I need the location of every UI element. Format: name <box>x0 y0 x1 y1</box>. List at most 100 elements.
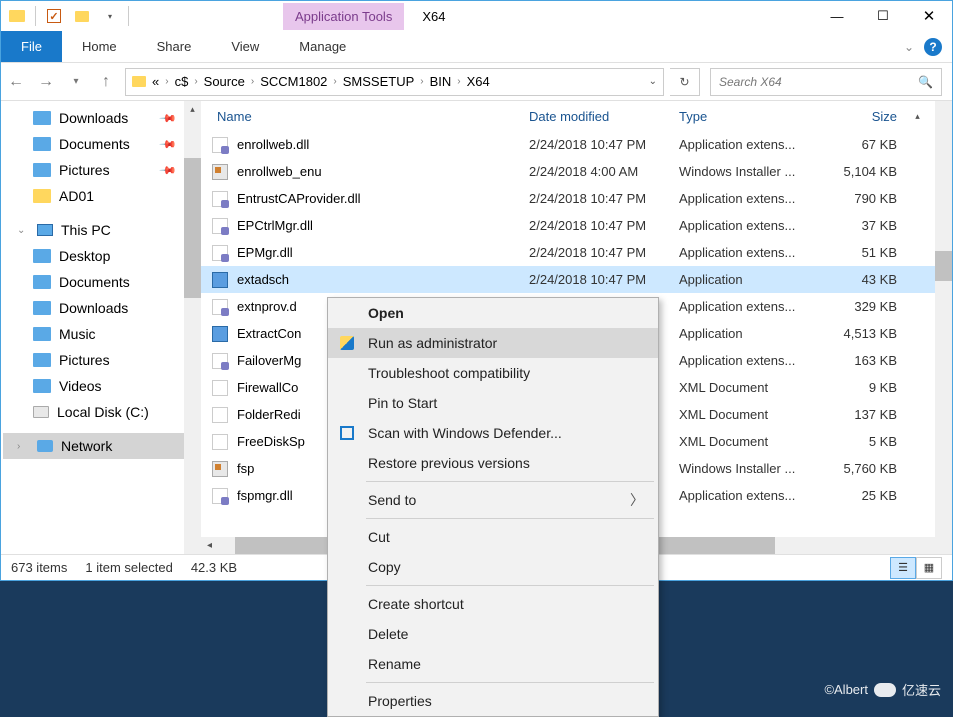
quick-access-item-pictures[interactable]: Pictures📌 <box>3 157 199 183</box>
column-headers: Name Date modified Type Size ▴ <box>201 101 952 131</box>
context-properties[interactable]: Properties <box>328 686 658 716</box>
file-row[interactable]: EPMgr.dll2/24/2018 10:47 PMApplication e… <box>201 239 952 266</box>
file-date: 2/24/2018 10:47 PM <box>529 191 679 206</box>
file-size: 329 KB <box>829 299 909 314</box>
breadcrumb[interactable]: c$ <box>175 74 189 89</box>
quick-access-item-ad01[interactable]: AD01 <box>3 183 199 209</box>
scroll-left-arrow[interactable]: ◂ <box>201 537 218 554</box>
scroll-up-arrow[interactable]: ▴ <box>909 108 926 125</box>
file-type: Application extens... <box>679 218 829 233</box>
breadcrumb[interactable]: BIN <box>430 74 452 89</box>
context-menu: Open Run as administrator Troubleshoot c… <box>327 297 659 717</box>
file-type: Windows Installer ... <box>679 461 829 476</box>
quick-access-item-documents[interactable]: Documents📌 <box>3 131 199 157</box>
file-row[interactable]: EPCtrlMgr.dll2/24/2018 10:47 PMApplicati… <box>201 212 952 239</box>
pin-icon: 📌 <box>159 135 178 154</box>
column-size[interactable]: Size <box>829 109 909 124</box>
breadcrumb[interactable]: Source <box>204 74 245 89</box>
breadcrumb[interactable]: SMSSETUP <box>343 74 415 89</box>
vertical-scrollbar[interactable] <box>935 101 952 554</box>
close-button[interactable]: ✕ <box>906 1 952 31</box>
qat-customize-button[interactable]: ▾ <box>96 4 124 28</box>
this-pc-item-pictures[interactable]: Pictures <box>3 347 199 373</box>
history-dropdown[interactable]: ▾ <box>61 67 91 97</box>
file-type: Application extens... <box>679 137 829 152</box>
up-button[interactable]: ↑ <box>91 67 121 97</box>
file-row[interactable]: EntrustCAProvider.dll2/24/2018 10:47 PMA… <box>201 185 952 212</box>
column-type[interactable]: Type <box>679 109 829 124</box>
address-dropdown[interactable]: ⌄ <box>649 76 657 87</box>
properties-qat-button[interactable]: ✓ <box>40 4 68 28</box>
context-troubleshoot-compatibility[interactable]: Troubleshoot compatibility <box>328 358 658 388</box>
pin-icon: 📌 <box>159 161 178 180</box>
file-type: Application extens... <box>679 191 829 206</box>
breadcrumb[interactable]: SCCM1802 <box>260 74 327 89</box>
context-open[interactable]: Open <box>328 298 658 328</box>
navigation-pane: Downloads📌 Documents📌 Pictures📌 AD01 ⌄Th… <box>1 101 201 554</box>
ribbon-expand-toggle[interactable]: ⌄ <box>904 40 914 54</box>
file-size: 137 KB <box>829 407 909 422</box>
breadcrumb-root[interactable]: « <box>152 74 159 89</box>
column-date[interactable]: Date modified <box>529 109 679 124</box>
file-row[interactable]: extadsch2/24/2018 10:47 PMApplication43 … <box>201 266 952 293</box>
this-pc-item-downloads[interactable]: Downloads <box>3 295 199 321</box>
breadcrumb-current[interactable]: X64 <box>467 74 490 89</box>
context-create-shortcut[interactable]: Create shortcut <box>328 589 658 619</box>
file-size: 37 KB <box>829 218 909 233</box>
file-size: 163 KB <box>829 353 909 368</box>
back-button[interactable]: ← <box>1 67 31 97</box>
this-pc-item-documents[interactable]: Documents <box>3 269 199 295</box>
address-bar[interactable]: «› c$› Source› SCCM1802› SMSSETUP› BIN› … <box>125 68 664 96</box>
file-icon <box>209 323 231 345</box>
file-row[interactable]: enrollweb.dll2/24/2018 10:47 PMApplicati… <box>201 131 952 158</box>
context-run-as-administrator[interactable]: Run as administrator <box>328 328 658 358</box>
view-tab[interactable]: View <box>211 31 279 62</box>
file-size: 4,513 KB <box>829 326 909 341</box>
minimize-button[interactable]: — <box>814 1 860 31</box>
home-tab[interactable]: Home <box>62 31 137 62</box>
this-pc-item-music[interactable]: Music <box>3 321 199 347</box>
context-copy[interactable]: Copy <box>328 552 658 582</box>
file-size: 51 KB <box>829 245 909 260</box>
nav-scrollbar[interactable]: ▴ <box>184 101 201 554</box>
file-name: EPMgr.dll <box>237 245 529 260</box>
quick-access-item-downloads[interactable]: Downloads📌 <box>3 105 199 131</box>
this-pc-root[interactable]: ⌄This PC <box>3 217 199 243</box>
context-pin-to-start[interactable]: Pin to Start <box>328 388 658 418</box>
network-root[interactable]: ›Network <box>3 433 199 459</box>
selection-size: 42.3 KB <box>191 560 237 575</box>
help-button[interactable]: ? <box>924 38 942 56</box>
context-delete[interactable]: Delete <box>328 619 658 649</box>
file-row[interactable]: enrollweb_enu2/24/2018 4:00 AMWindows In… <box>201 158 952 185</box>
maximize-button[interactable]: ☐ <box>860 1 906 31</box>
pc-icon <box>37 224 53 236</box>
network-icon <box>37 440 53 452</box>
file-name: EntrustCAProvider.dll <box>237 191 529 206</box>
share-tab[interactable]: Share <box>137 31 212 62</box>
context-scan-defender[interactable]: Scan with Windows Defender... <box>328 418 658 448</box>
file-icon <box>209 377 231 399</box>
context-restore-previous[interactable]: Restore previous versions <box>328 448 658 478</box>
file-type: Application <box>679 272 829 287</box>
new-folder-qat-button[interactable] <box>68 4 96 28</box>
details-view-button[interactable]: ☰ <box>890 557 916 579</box>
titlebar: ✓ ▾ Application Tools X64 — ☐ ✕ <box>1 1 952 31</box>
context-rename[interactable]: Rename <box>328 649 658 679</box>
context-send-to[interactable]: Send to 〉 <box>328 485 658 515</box>
application-tools-tab[interactable]: Application Tools <box>283 3 404 30</box>
this-pc-item-desktop[interactable]: Desktop <box>3 243 199 269</box>
this-pc-item-videos[interactable]: Videos <box>3 373 199 399</box>
large-icons-view-button[interactable]: ▦ <box>916 557 942 579</box>
file-tab[interactable]: File <box>1 31 62 62</box>
manage-tab[interactable]: Manage <box>279 31 366 62</box>
scrollbar-thumb[interactable] <box>184 158 201 298</box>
scrollbar-thumb[interactable] <box>935 251 952 281</box>
forward-button[interactable]: → <box>31 67 61 97</box>
file-icon <box>209 161 231 183</box>
file-type: Application extens... <box>679 245 829 260</box>
refresh-button[interactable]: ↻ <box>670 68 700 96</box>
search-box[interactable]: Search X64 🔍 <box>710 68 942 96</box>
column-name[interactable]: Name <box>209 109 529 124</box>
context-cut[interactable]: Cut <box>328 522 658 552</box>
this-pc-item-local-disk[interactable]: Local Disk (C:) <box>3 399 199 425</box>
